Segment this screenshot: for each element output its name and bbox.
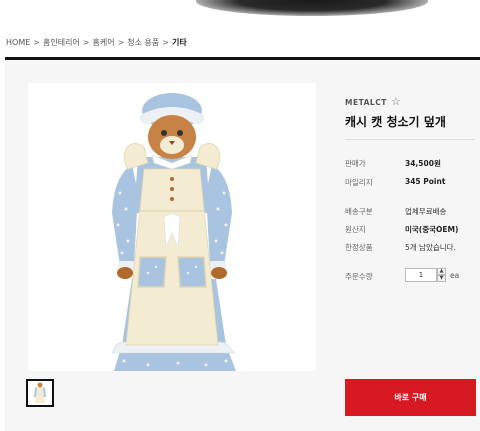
- top-banner: [0, 0, 480, 26]
- mileage-value: 345 Point: [405, 177, 446, 186]
- quantity-unit: ea: [450, 271, 460, 280]
- limited-label: 한정상품: [345, 243, 373, 252]
- banner-image: [196, 0, 428, 16]
- origin-label: 원산지: [345, 225, 366, 234]
- triangle-up-icon[interactable]: ▲: [437, 268, 446, 275]
- title-divider: [345, 139, 475, 140]
- product-title: 캐시 캣 청소기 덮개: [345, 115, 446, 129]
- quantity-stepper: ▲ ▼: [437, 268, 446, 282]
- price-value: 34,500원: [405, 159, 441, 168]
- limited-value: 5개 남았습니다.: [405, 243, 456, 252]
- price-label: 판매가: [345, 159, 366, 168]
- breadcrumb-home-interior[interactable]: 홈인테리어: [43, 38, 80, 47]
- shipping-value: 업체무료배송: [405, 207, 447, 216]
- shipping-label: 배송구분: [345, 207, 373, 216]
- quantity-label: 주문수량: [345, 272, 373, 281]
- product-thumbnail[interactable]: [26, 379, 54, 407]
- buy-now-button[interactable]: 바로 구매: [345, 379, 476, 416]
- breadcrumb-separator: >: [33, 38, 40, 47]
- thumbnail-image-icon: [28, 381, 52, 405]
- breadcrumb-home[interactable]: HOME: [6, 38, 30, 47]
- breadcrumb-separator: >: [162, 38, 169, 47]
- cat-maid-doll-icon: [111, 93, 236, 371]
- breadcrumb-separator: >: [82, 38, 90, 47]
- triangle-down-icon[interactable]: ▼: [437, 275, 446, 282]
- breadcrumb-current[interactable]: 기타: [172, 38, 187, 47]
- brand-row: METALCT ☆: [345, 96, 401, 108]
- mileage-label: 마일리지: [345, 178, 373, 187]
- brand-name[interactable]: METALCT: [345, 98, 387, 107]
- breadcrumb: HOME > 홈인테리어 > 홈케어 > 청소 용품 > 기타: [6, 37, 187, 49]
- breadcrumb-home-care[interactable]: 홈케어: [93, 38, 115, 47]
- breadcrumb-separator: >: [117, 38, 125, 47]
- breadcrumb-cleaning-supplies[interactable]: 청소 용품: [127, 38, 159, 47]
- origin-value: 미국(중국OEM): [405, 225, 459, 234]
- product-main-image: [28, 83, 316, 371]
- star-outline-icon[interactable]: ☆: [391, 96, 401, 107]
- quantity-input[interactable]: 1: [405, 268, 437, 282]
